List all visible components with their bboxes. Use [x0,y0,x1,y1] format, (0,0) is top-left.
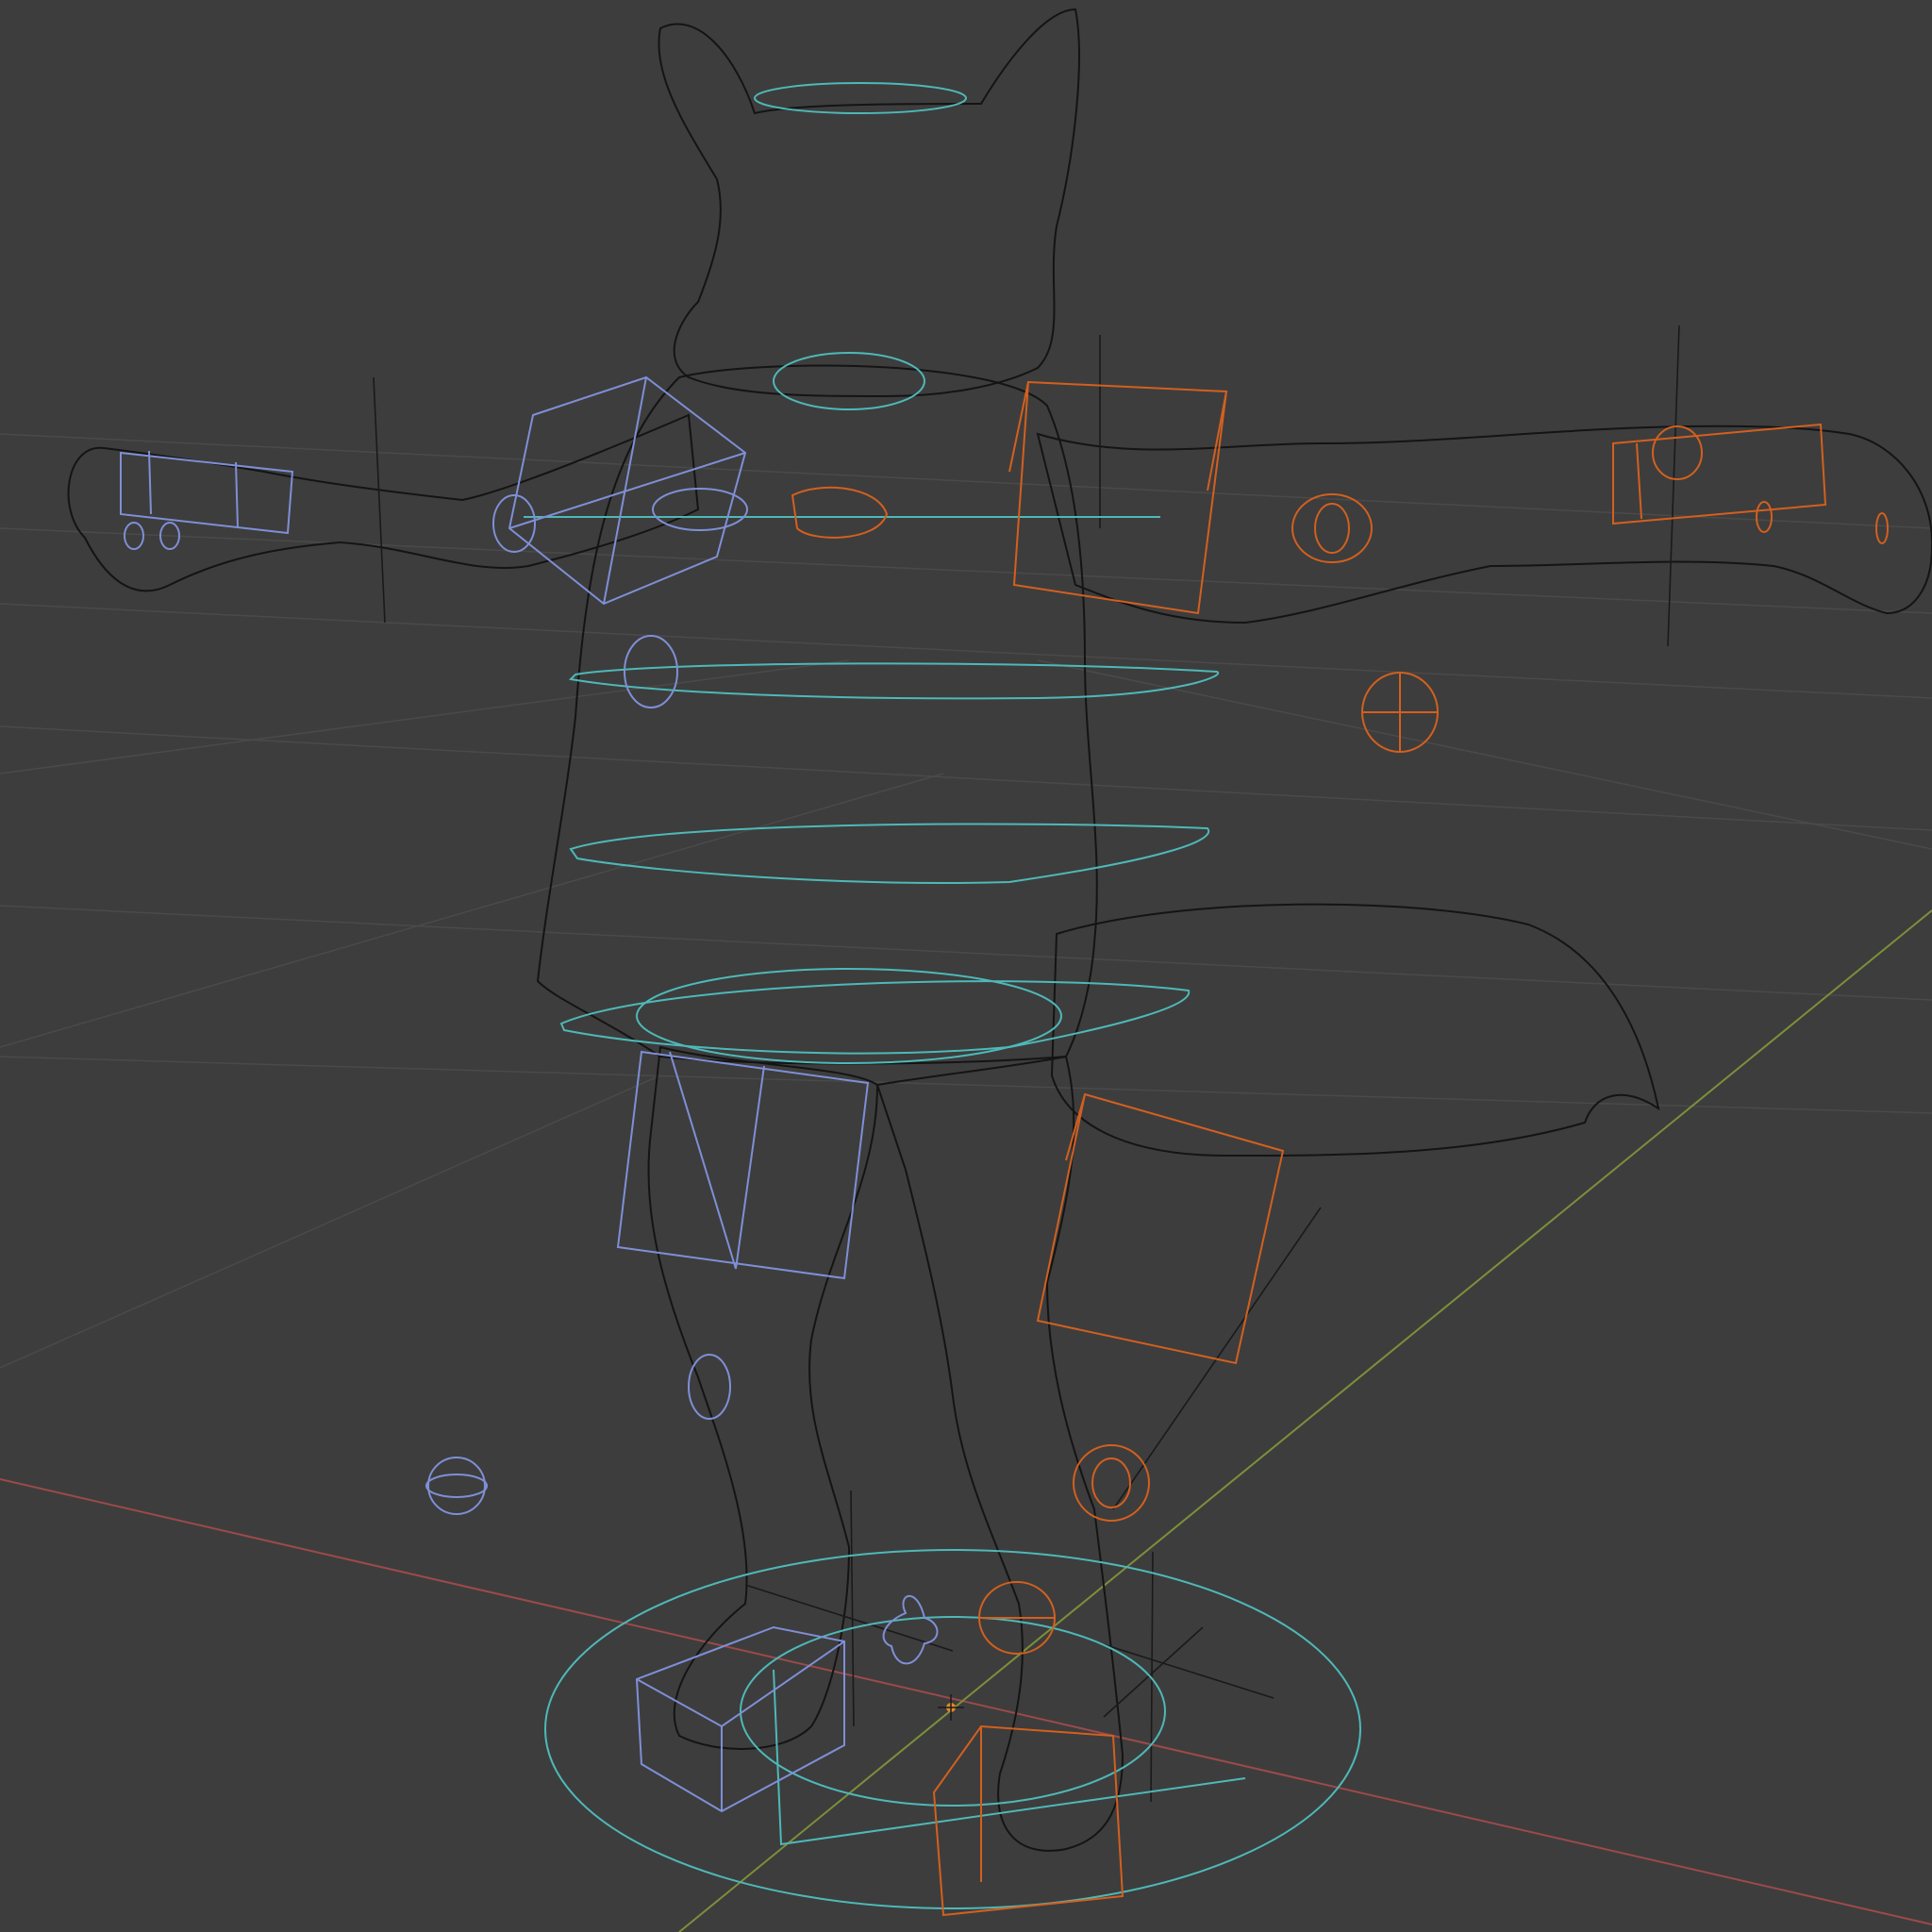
viewport-canvas[interactable] [0,0,1932,1932]
3d-viewport[interactable] [0,0,1932,1932]
floor-grid [0,433,1932,1369]
x-axis-line [0,1478,1932,1925]
world-origin-icon [938,1694,964,1721]
center-rig-controls[interactable] [524,82,1361,1909]
left-rig-controls[interactable] [120,375,939,1813]
fox-mesh[interactable] [67,8,1932,1852]
right-rig-controls[interactable] [791,380,1889,1917]
